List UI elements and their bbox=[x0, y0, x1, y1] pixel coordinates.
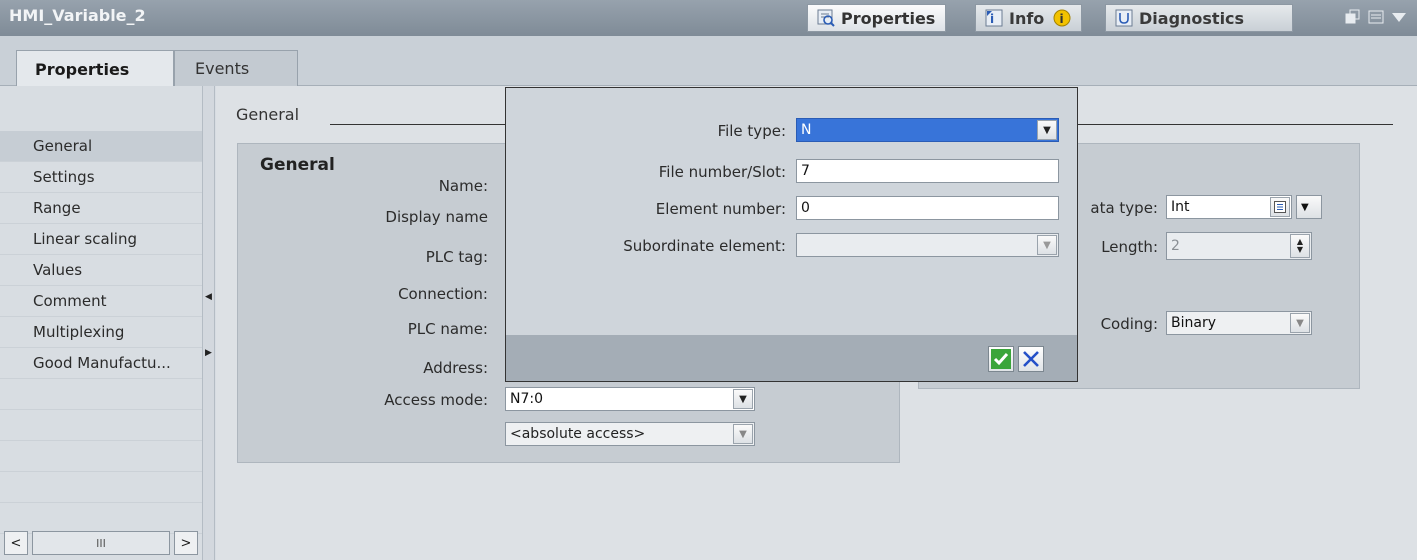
subordinate-element-dropdown[interactable]: ▼ bbox=[796, 233, 1059, 257]
data-type-dropdown-button[interactable]: ▼ bbox=[1296, 195, 1322, 219]
sidebar-item-label: Multiplexing bbox=[33, 323, 125, 341]
sidebar-item-label: Comment bbox=[33, 292, 107, 310]
sidebar: General Settings Range Linear scaling Va… bbox=[0, 86, 202, 560]
tab-label: Properties bbox=[35, 59, 130, 79]
address-popup: File type: N ▼ File number/Slot: 7 Eleme… bbox=[505, 87, 1078, 382]
confirm-button[interactable] bbox=[988, 346, 1014, 372]
file-type-value: N bbox=[801, 122, 812, 138]
address-dropdown[interactable]: N7:0 ▼ bbox=[505, 387, 755, 411]
sidebar-item-label: Settings bbox=[33, 168, 95, 186]
sidebar-item-linear-scaling[interactable]: Linear scaling bbox=[0, 224, 202, 255]
sidebar-item-label: Range bbox=[33, 199, 81, 217]
cancel-button[interactable] bbox=[1018, 346, 1044, 372]
address-label: Address: bbox=[423, 359, 488, 377]
coding-dropdown[interactable]: Binary ▼ bbox=[1166, 311, 1312, 335]
titlebar-tab-properties[interactable]: Properties bbox=[807, 4, 947, 32]
access-mode-dropdown[interactable]: <absolute access> ▼ bbox=[505, 422, 755, 446]
sidebar-item-general[interactable]: General bbox=[0, 131, 202, 162]
titlebar-tab-diagnostics[interactable]: Diagnostics bbox=[1105, 4, 1293, 32]
display-name-label: Display name bbox=[385, 208, 488, 226]
close-icon bbox=[1023, 351, 1039, 367]
plc-name-label: PLC name: bbox=[407, 320, 488, 338]
access-mode-label: Access mode: bbox=[384, 391, 488, 409]
sidebar-item-label: Linear scaling bbox=[33, 230, 138, 248]
sidebar-item-range[interactable]: Range bbox=[0, 193, 202, 224]
file-number-value: 7 bbox=[801, 163, 810, 179]
tab-events[interactable]: Events bbox=[174, 50, 298, 86]
sidebar-item-label: Values bbox=[33, 261, 83, 279]
window-buttons bbox=[1345, 9, 1407, 29]
sidebar-hscrollbar[interactable]: < III > bbox=[4, 531, 198, 555]
diagnostics-icon bbox=[1114, 8, 1134, 28]
tab-label: Events bbox=[195, 59, 250, 78]
address-value: N7:0 bbox=[510, 391, 544, 407]
sidebar-row-empty bbox=[0, 472, 202, 503]
list-icon[interactable] bbox=[1270, 197, 1290, 217]
data-type-value: Int bbox=[1171, 199, 1190, 215]
titlebar-tab-info[interactable]: i Info i bbox=[975, 4, 1083, 32]
sidebar-row-empty bbox=[0, 441, 202, 472]
sidebar-splitter[interactable]: ◀ ▶ bbox=[202, 86, 215, 560]
svg-text:i: i bbox=[990, 12, 994, 26]
scroll-left-icon[interactable]: < bbox=[4, 531, 28, 555]
sidebar-item-settings[interactable]: Settings bbox=[0, 162, 202, 193]
sidebar-row-empty bbox=[0, 503, 202, 534]
coding-value: Binary bbox=[1171, 315, 1216, 331]
chevron-down-icon[interactable]: ▼ bbox=[1290, 313, 1310, 333]
file-type-dropdown[interactable]: N ▼ bbox=[796, 118, 1059, 142]
chevron-down-icon: ▼ bbox=[1301, 201, 1309, 213]
sidebar-item-good-manufacturing[interactable]: Good Manufactu... bbox=[0, 348, 202, 379]
length-value: 2 bbox=[1171, 238, 1180, 254]
properties-icon bbox=[816, 8, 836, 28]
menu-lines-icon[interactable] bbox=[1368, 9, 1384, 29]
sidebar-row-empty bbox=[0, 379, 202, 410]
data-type-field[interactable]: Int bbox=[1166, 195, 1292, 219]
spinner-updown-icon[interactable]: ▲ ▼ bbox=[1290, 234, 1310, 258]
file-number-input[interactable]: 7 bbox=[796, 159, 1059, 183]
element-number-input[interactable]: 0 bbox=[796, 196, 1059, 220]
checkmark-icon bbox=[991, 349, 1011, 369]
collapse-left-icon[interactable]: ◀ bbox=[205, 292, 212, 302]
titlebar-tab-label: Properties bbox=[841, 8, 936, 28]
access-mode-value: <absolute access> bbox=[510, 426, 646, 442]
titlebar-tab-label: Info bbox=[1009, 8, 1045, 28]
popup-footer bbox=[506, 335, 1077, 381]
subordinate-element-label: Subordinate element: bbox=[623, 237, 786, 255]
scroll-right-icon[interactable]: > bbox=[174, 531, 198, 555]
plc-tag-label: PLC tag: bbox=[425, 248, 488, 266]
titlebar-tab-label: Diagnostics bbox=[1139, 8, 1245, 28]
sidebar-item-comment[interactable]: Comment bbox=[0, 286, 202, 317]
element-number-value: 0 bbox=[801, 200, 810, 216]
inspector-tabs: Properties Events bbox=[0, 36, 1417, 87]
scroll-thumb[interactable]: III bbox=[32, 531, 170, 555]
sidebar-item-values[interactable]: Values bbox=[0, 255, 202, 286]
sidebar-row-empty bbox=[0, 410, 202, 441]
element-number-label: Element number: bbox=[655, 200, 786, 218]
sidebar-item-label: Good Manufactu... bbox=[33, 354, 171, 372]
chevron-down-icon[interactable] bbox=[1391, 9, 1407, 29]
file-number-label: File number/Slot: bbox=[658, 163, 786, 181]
tab-properties[interactable]: Properties bbox=[16, 50, 174, 87]
svg-text:i: i bbox=[1060, 12, 1064, 26]
restore-icon[interactable] bbox=[1345, 9, 1361, 29]
sidebar-item-multiplexing[interactable]: Multiplexing bbox=[0, 317, 202, 348]
connection-label: Connection: bbox=[398, 285, 488, 303]
sidebar-item-label: General bbox=[33, 137, 93, 155]
window-titlebar: HMI_Variable_2 Properties i Info i Diagn… bbox=[0, 0, 1417, 36]
length-spinner[interactable]: 2 ▲ ▼ bbox=[1166, 232, 1312, 260]
chevron-down-icon[interactable]: ▼ bbox=[1037, 235, 1057, 255]
info-warning-icon: i bbox=[1053, 9, 1071, 27]
chevron-down-icon[interactable]: ▼ bbox=[733, 424, 753, 444]
file-type-label: File type: bbox=[717, 122, 786, 140]
expand-right-icon[interactable]: ▶ bbox=[205, 348, 212, 358]
group-title: General bbox=[260, 155, 335, 175]
info-icon: i bbox=[984, 8, 1004, 28]
window-title: HMI_Variable_2 bbox=[9, 6, 146, 25]
chevron-down-icon[interactable]: ▼ bbox=[733, 389, 753, 409]
chevron-down-icon[interactable]: ▼ bbox=[1037, 120, 1057, 140]
section-title: General bbox=[236, 105, 300, 124]
name-label: Name: bbox=[438, 177, 488, 195]
